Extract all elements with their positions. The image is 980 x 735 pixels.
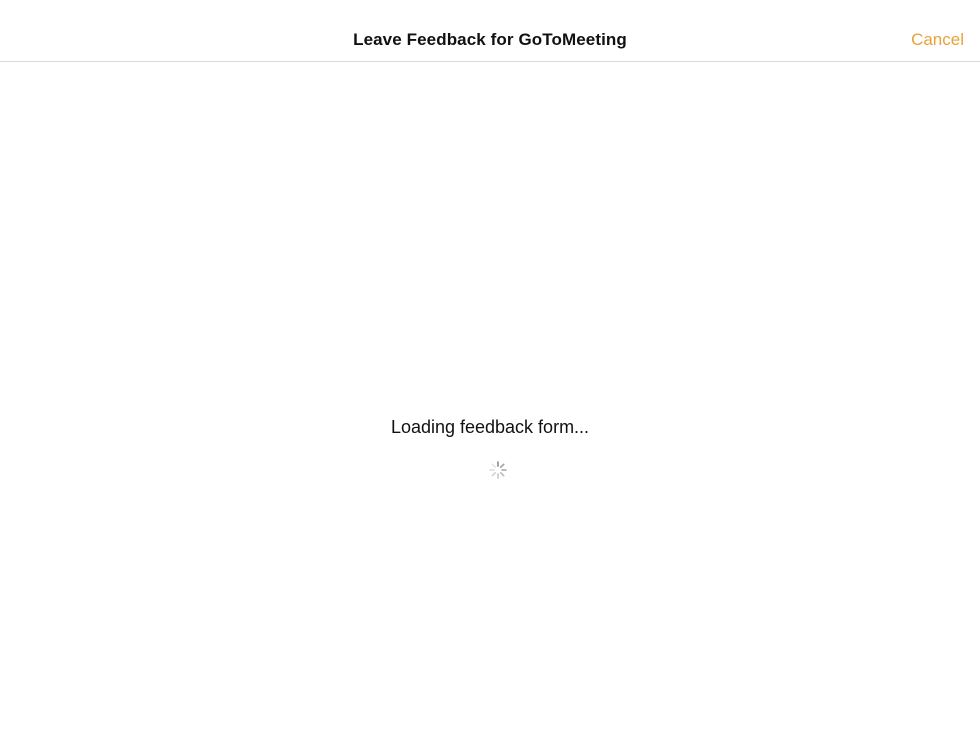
page-title: Leave Feedback for GoToMeeting: [353, 30, 627, 49]
navigation-bar: Leave Feedback for GoToMeeting Cancel: [0, 0, 980, 62]
activity-spinner-icon: [489, 461, 507, 479]
feedback-content-area: Loading feedback form...: [0, 63, 980, 735]
cancel-button[interactable]: Cancel: [911, 30, 964, 50]
loading-message: Loading feedback form...: [390, 417, 590, 437]
feedback-screen: Leave Feedback for GoToMeeting Cancel Lo…: [0, 0, 980, 735]
